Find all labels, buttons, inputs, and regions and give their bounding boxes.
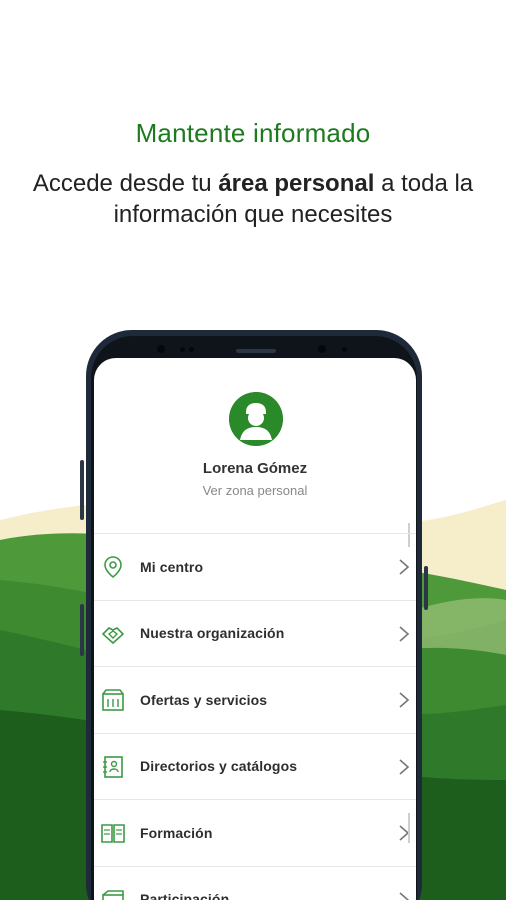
user-avatar[interactable]: [229, 392, 283, 446]
hero-title: Mantente informado: [135, 118, 371, 148]
front-camera: [157, 345, 165, 353]
menu-item-directorios-y-catalogos[interactable]: Directorios y catálogos: [94, 732, 416, 800]
menu-item-nuestra-organizacion[interactable]: Nuestra organización: [94, 599, 416, 667]
menu-item-label: Ofertas y servicios: [140, 691, 268, 708]
chevron-right-icon: [399, 692, 410, 708]
menu-item-label: Nuestra organización: [140, 625, 285, 642]
phone-side-button: [424, 566, 428, 610]
chevron-right-icon: [399, 758, 410, 775]
location-pin-icon: [104, 556, 122, 579]
phone-side-button: [80, 460, 84, 520]
offers-icon: [102, 689, 124, 711]
phone-side-button: [80, 604, 84, 656]
menu-item-ofertas-y-servicios[interactable]: Ofertas y servicios: [94, 666, 416, 733]
menu-list: Mi centro Nuestra organización Ofertas y…: [94, 533, 416, 900]
phone-screen: Lorena Gómez Ver zona personal Mi centro…: [94, 358, 416, 900]
hero-subtitle: Accede desde tu área personal a toda la …: [30, 168, 476, 230]
hero-subtitle-start: Accede desde tu: [32, 170, 219, 197]
personal-area-link[interactable]: Ver zona personal: [94, 483, 416, 498]
participation-icon: [102, 889, 124, 900]
chevron-right-icon: [399, 559, 410, 575]
menu-item-mi-centro[interactable]: Mi centro: [94, 533, 416, 600]
book-icon: [101, 824, 125, 843]
front-camera: [318, 345, 326, 353]
phone-speaker: [236, 349, 276, 353]
chevron-right-icon: [399, 625, 410, 642]
directory-icon: [103, 755, 123, 778]
menu-item-label: Mi centro: [140, 558, 204, 575]
chevron-right-icon: [399, 891, 410, 900]
user-name: Lorena Gómez: [202, 460, 308, 477]
menu-item-label: Participación: [140, 891, 230, 900]
organization-icon: [101, 626, 125, 644]
sensor: [180, 347, 185, 352]
menu-item-label: Formación: [140, 824, 213, 841]
menu-item-formacion[interactable]: Formación: [94, 799, 416, 866]
scrollbar[interactable]: [408, 813, 410, 843]
sensor: [342, 347, 347, 352]
sensor: [189, 347, 194, 352]
user-avatar-icon: [229, 392, 283, 446]
hero-subtitle-bold: área personal: [218, 170, 375, 197]
menu-item-participacion[interactable]: Participación: [94, 865, 416, 900]
menu-item-label: Directorios y catálogos: [140, 758, 298, 775]
